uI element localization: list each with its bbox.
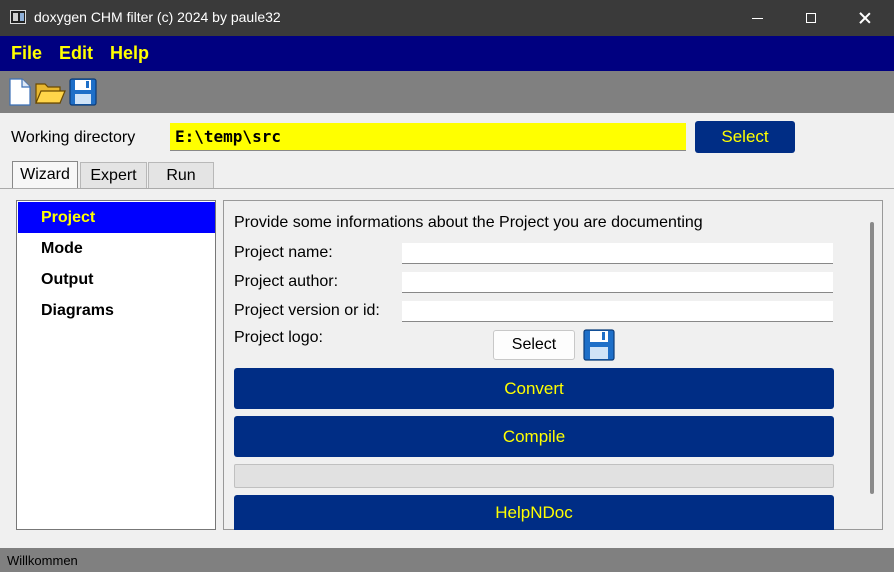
- nav-item-mode[interactable]: Mode: [18, 233, 215, 264]
- compile-button[interactable]: Compile: [234, 416, 834, 457]
- project-name-label: Project name:: [234, 244, 333, 261]
- tab-expert[interactable]: Expert: [80, 162, 147, 189]
- menu-help[interactable]: Help: [104, 43, 155, 64]
- app-icon: [10, 10, 26, 24]
- save-icon[interactable]: [582, 328, 616, 362]
- minimize-button[interactable]: [734, 0, 780, 36]
- menu-edit[interactable]: Edit: [53, 43, 99, 64]
- save-icon[interactable]: [68, 77, 98, 107]
- minimize-icon: [751, 17, 763, 19]
- content-scrollbar[interactable]: [870, 222, 874, 494]
- nav-item-output[interactable]: Output: [18, 264, 215, 295]
- project-logo-label: Project logo:: [234, 329, 323, 346]
- toolbar: [0, 71, 894, 113]
- maximize-button[interactable]: [788, 0, 834, 36]
- status-text: Willkommen: [7, 553, 78, 568]
- working-directory-label: Working directory: [11, 129, 136, 146]
- helpndoc-button[interactable]: HelpNDoc: [234, 495, 834, 530]
- project-author-label: Project author:: [234, 273, 339, 290]
- working-directory-input[interactable]: [170, 123, 686, 151]
- project-info-text: Provide some informations about the Proj…: [234, 214, 703, 231]
- status-bar: Willkommen: [0, 548, 894, 572]
- title-bar: doxygen CHM filter (c) 2024 by paule32: [0, 0, 894, 36]
- compile-progress-bar: [234, 464, 834, 488]
- tab-divider: [0, 188, 894, 189]
- menu-bar: File Edit Help: [0, 36, 894, 71]
- maximize-icon: [806, 13, 816, 23]
- project-author-input[interactable]: [402, 272, 833, 293]
- nav-item-diagrams[interactable]: Diagrams: [18, 295, 215, 326]
- window-title: doxygen CHM filter (c) 2024 by paule32: [34, 9, 281, 25]
- project-name-input[interactable]: [402, 243, 833, 264]
- open-folder-icon[interactable]: [34, 77, 66, 107]
- nav-item-project[interactable]: Project: [18, 202, 215, 233]
- close-icon: [859, 12, 871, 24]
- close-button[interactable]: [842, 0, 888, 36]
- project-version-label: Project version or id:: [234, 302, 380, 319]
- new-file-icon[interactable]: [5, 77, 35, 107]
- project-version-input[interactable]: [402, 301, 833, 322]
- project-logo-select-button[interactable]: Select: [493, 330, 575, 360]
- tab-run[interactable]: Run: [148, 162, 214, 189]
- tab-wizard[interactable]: Wizard: [12, 161, 78, 188]
- working-directory-select-button[interactable]: Select: [695, 121, 795, 153]
- menu-file[interactable]: File: [5, 43, 48, 64]
- wizard-nav-panel: Project Mode Output Diagrams: [16, 200, 216, 530]
- convert-button[interactable]: Convert: [234, 368, 834, 409]
